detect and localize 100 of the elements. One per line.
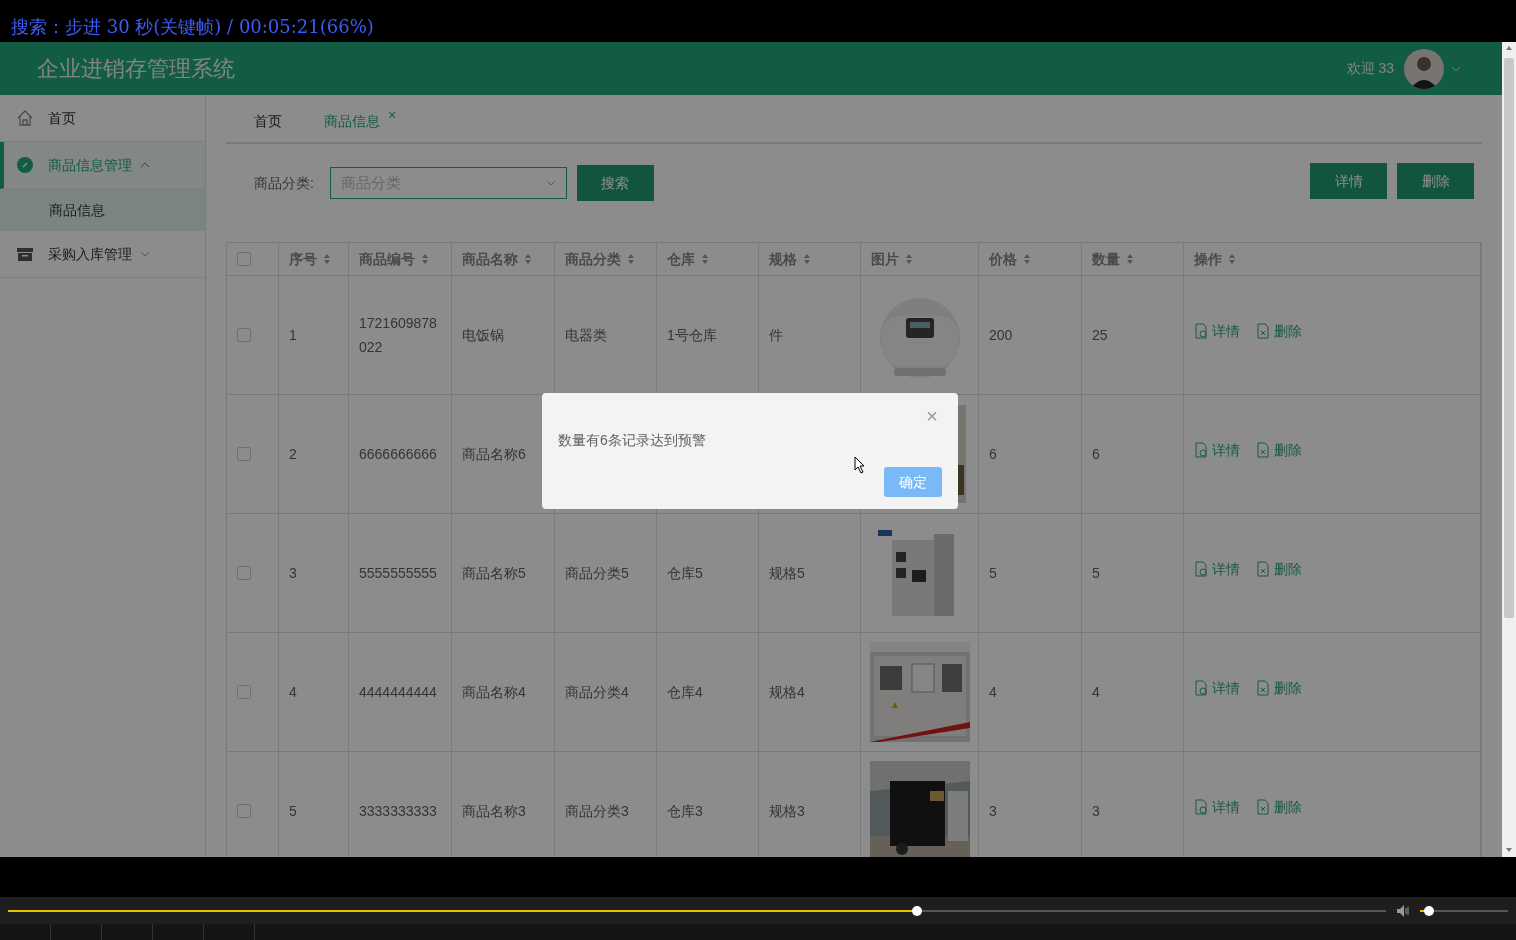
row-checkbox[interactable] [237,328,251,342]
column-header[interactable]: 操作 [1194,248,1222,270]
delete-link[interactable]: 删除 [1256,676,1302,700]
file-search-icon [1194,323,1208,339]
table-cell-text: 4 [1092,683,1100,702]
sort-icon[interactable] [421,253,429,265]
table-cell-text: 仓库5 [667,564,703,583]
table-cell-text: 商品名称5 [462,564,526,583]
table-cell-text: 5 [989,564,997,583]
file-x-icon [1256,561,1270,577]
column-header[interactable]: 规格 [769,248,797,270]
sidebar-label: 商品信息管理 [48,155,132,175]
detail-link[interactable]: 详情 [1194,319,1240,343]
volume-icon[interactable] [1396,903,1410,918]
table-cell-text: 商品名称6 [462,445,526,464]
table-cell-text: 200 [989,326,1013,345]
table-cell-text: 1 [289,326,297,345]
table-cell-text: 6 [1092,445,1100,464]
search-button[interactable]: 搜索 [576,165,654,201]
file-x-icon [1256,323,1270,339]
column-header[interactable]: 商品编号 [359,248,415,270]
file-search-icon [1194,442,1208,458]
column-header[interactable]: 商品名称 [462,248,518,270]
table-cell-text: 商品分类3 [565,802,629,821]
table-cell-text: 件 [769,326,783,345]
column-header[interactable]: 序号 [289,248,317,270]
table-cell-text: 规格4 [769,683,805,702]
expand-caret-icon [140,250,150,258]
table-cell-text: 3 [289,564,297,583]
column-header[interactable]: 图片 [871,248,899,270]
detail-link[interactable]: 详情 [1194,557,1240,581]
column-header[interactable]: 价格 [989,248,1017,270]
table-cell-text: 5 [1092,564,1100,583]
row-checkbox[interactable] [237,685,251,699]
home-icon [16,109,34,127]
row-checkbox[interactable] [237,566,251,580]
sort-icon[interactable] [627,253,635,265]
sidebar-item[interactable]: 商品信息管理 [0,142,205,189]
table-cell-text: 仓库3 [667,802,703,821]
delete-link[interactable]: 删除 [1256,319,1302,343]
table-cell-text: 商品分类4 [565,683,629,702]
table-cell-text: 4444444444 [359,683,437,702]
table-cell-text: 1号仓库 [667,326,717,345]
table-cell-text: 商品分类5 [565,564,629,583]
sidebar-subitem[interactable]: 商品信息 [0,189,205,231]
table-cell-text: 6 [989,445,997,464]
dialog-message: 数量有6条记录达到预警 [558,431,707,450]
table-cell-text: 电器类 [565,326,607,345]
table-cell-text: 规格3 [769,802,805,821]
column-header[interactable]: 仓库 [667,248,695,270]
row-checkbox[interactable] [237,804,251,818]
detail-link[interactable]: 详情 [1194,676,1240,700]
file-search-icon [1194,680,1208,696]
delete-link[interactable]: 删除 [1256,795,1302,819]
table-cell-text: 5555555555 [359,564,437,583]
sidebar-label: 首页 [48,108,76,128]
column-header[interactable]: 商品分类 [565,248,621,270]
sort-icon[interactable] [701,253,709,265]
sort-icon[interactable] [1228,253,1236,265]
table-cell-text: 4 [289,683,297,702]
close-button[interactable]: × [920,405,944,427]
sort-icon[interactable] [803,253,811,265]
archive-box-icon [16,245,34,263]
app-title: 企业进销存管理系统 [37,55,235,83]
detail-link[interactable]: 详情 [1194,795,1240,819]
table-cell-text: 1721609878022 [359,314,438,357]
table-cell-text: 25 [1092,326,1108,345]
confirm-button[interactable]: 确定 [884,467,942,497]
tab[interactable]: 首页 [248,110,288,142]
file-x-icon [1256,680,1270,696]
file-search-icon [1194,561,1208,577]
sort-icon[interactable] [524,253,532,265]
table-cell-text: 规格5 [769,564,805,583]
delete-button[interactable]: 删除 [1397,163,1474,199]
table-cell-text: 电饭锅 [462,326,504,345]
file-x-icon [1256,442,1270,458]
file-x-icon [1256,799,1270,815]
table-cell-text: 5 [289,802,297,821]
detail-button[interactable]: 详情 [1310,163,1387,199]
welcome-text: 欢迎 33 [1346,59,1394,78]
delete-link[interactable]: 删除 [1256,438,1302,462]
select-all-checkbox[interactable] [237,252,251,266]
table-cell-text: 3333333333 [359,802,437,821]
delete-link[interactable]: 删除 [1256,557,1302,581]
table-cell-text: 6666666666 [359,445,437,464]
detail-link[interactable]: 详情 [1194,438,1240,462]
sort-icon[interactable] [1023,253,1031,265]
column-header[interactable]: 数量 [1092,248,1120,270]
tab[interactable]: 商品信息 × [318,110,403,142]
row-checkbox[interactable] [237,447,251,461]
filter-label: 商品分类: [254,173,314,193]
table-cell-text: 2 [289,445,297,464]
sort-icon[interactable] [905,253,913,265]
check-circle-icon [16,156,34,174]
table-cell-text: 4 [989,683,997,702]
sort-icon[interactable] [323,253,331,265]
sort-icon[interactable] [1126,253,1134,265]
sidebar-item[interactable]: 采购入库管理 [0,231,205,278]
collapse-caret-icon [140,161,150,169]
sidebar-label: 采购入库管理 [48,244,132,264]
